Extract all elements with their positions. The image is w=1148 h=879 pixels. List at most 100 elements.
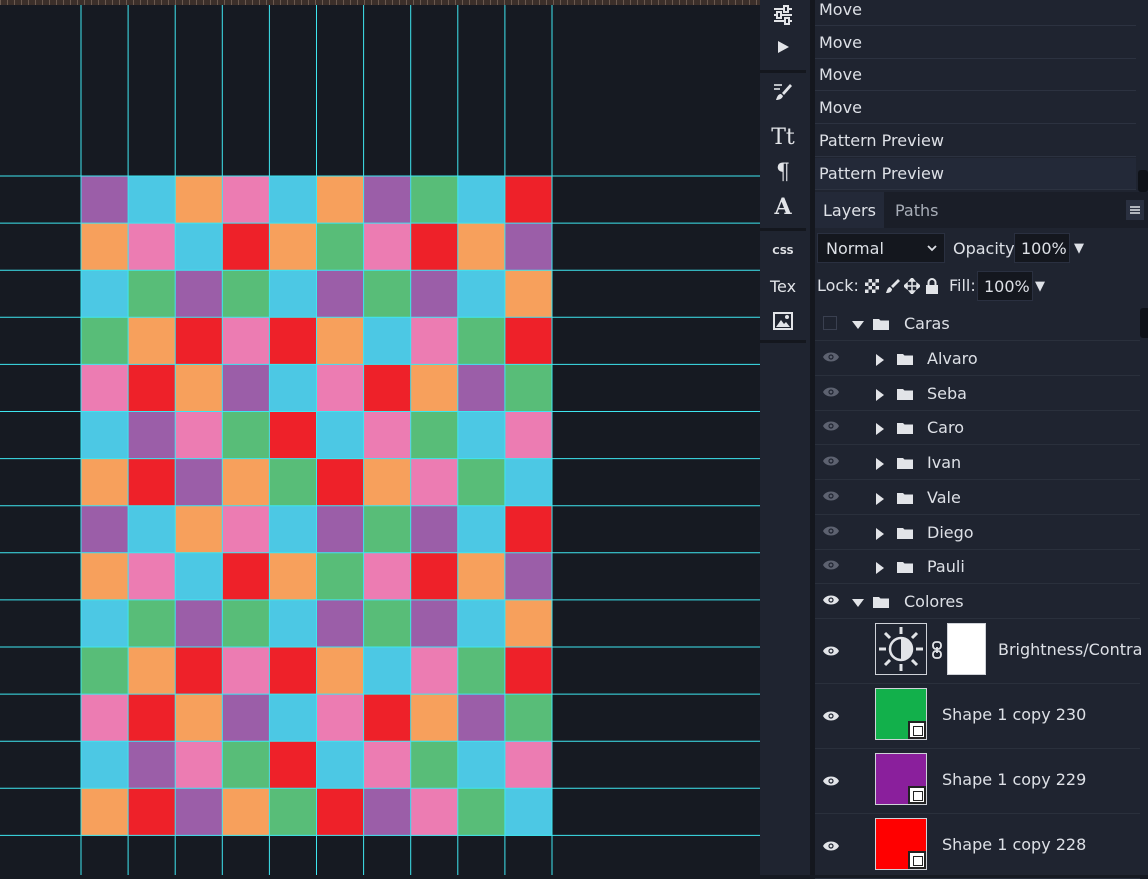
layer-shape[interactable]: Shape 1 copy 230 xyxy=(815,684,1140,749)
lock-pixels-icon[interactable] xyxy=(885,278,901,294)
pattern-cell xyxy=(457,317,506,365)
eye-icon[interactable] xyxy=(823,594,839,606)
pattern-cell xyxy=(81,788,129,836)
pattern-cell xyxy=(363,647,412,695)
pattern-cell xyxy=(128,694,176,742)
layer-name: Brightness/Contra xyxy=(998,640,1143,659)
layer-shape[interactable]: Shape 1 copy 229 xyxy=(815,749,1140,814)
eye-icon[interactable] xyxy=(823,420,839,432)
layer-group-caras[interactable]: Caras xyxy=(815,306,1140,341)
eye-icon[interactable] xyxy=(823,386,839,398)
caret-right-icon[interactable] xyxy=(875,422,885,436)
layer-name: Caro xyxy=(927,418,964,438)
caret-down-icon[interactable] xyxy=(851,320,865,330)
eye-icon[interactable] xyxy=(823,490,839,502)
pattern-cell xyxy=(504,505,553,554)
eye-icon[interactable] xyxy=(823,525,839,537)
pattern-cell xyxy=(222,599,270,648)
adjustments-icon[interactable] xyxy=(760,0,806,30)
folder-icon xyxy=(897,423,913,435)
text-tool[interactable]: Tex xyxy=(760,271,806,301)
visibility-off-checkbox[interactable] xyxy=(823,316,837,330)
history-item[interactable]: Move xyxy=(815,59,1136,91)
history-item-label: Move xyxy=(819,65,862,84)
pattern-cell xyxy=(222,411,270,460)
paragraph-icon[interactable]: ¶ xyxy=(760,157,806,187)
caret-right-icon[interactable] xyxy=(875,353,885,367)
history-item[interactable]: Pattern Preview xyxy=(815,125,1136,157)
eye-icon[interactable] xyxy=(823,455,839,467)
lock-position-icon[interactable] xyxy=(904,278,920,294)
layer-adjustment-brightness[interactable]: Brightness/Contra xyxy=(815,619,1143,684)
eye-icon[interactable] xyxy=(823,840,839,852)
caret-right-icon[interactable] xyxy=(875,561,885,575)
eye-icon[interactable] xyxy=(823,351,839,363)
eye-icon[interactable] xyxy=(823,775,839,787)
layers-tabbar: Layers Paths xyxy=(815,192,1148,228)
pattern-cell xyxy=(410,411,459,460)
history-item[interactable]: Move xyxy=(815,0,1136,26)
document-canvas[interactable] xyxy=(0,0,760,875)
lock-transparency-icon[interactable] xyxy=(865,279,879,293)
layer-group-item[interactable]: Diego xyxy=(815,515,1140,550)
tab-paths[interactable]: Paths xyxy=(887,192,946,228)
css-icon-label: CSS xyxy=(772,245,794,257)
chevron-down-icon xyxy=(927,245,937,252)
history-item-current[interactable]: Pattern Preview xyxy=(815,158,1136,190)
layer-group-item[interactable]: Seba xyxy=(815,376,1140,411)
image-icon[interactable] xyxy=(760,306,806,336)
character-icon[interactable]: Tt xyxy=(760,122,806,152)
pattern-cell xyxy=(175,270,223,318)
layer-shape[interactable]: Shape 1 copy 228 xyxy=(815,814,1140,879)
layer-group-item[interactable]: Caro xyxy=(815,410,1140,446)
vector-mask-icon xyxy=(908,851,926,869)
fill-input[interactable]: 100% xyxy=(977,271,1033,301)
caret-down-icon[interactable] xyxy=(851,598,865,608)
layer-group-item[interactable]: Pauli xyxy=(815,549,1140,585)
eye-icon[interactable] xyxy=(823,645,839,657)
layer-name: Shape 1 copy 229 xyxy=(942,770,1087,789)
blend-mode-select[interactable]: Normal xyxy=(817,233,945,263)
pattern-cell xyxy=(222,458,270,507)
pattern-cell xyxy=(269,223,317,271)
layer-group-item[interactable]: Vale xyxy=(815,480,1140,515)
history-item[interactable]: Move xyxy=(815,27,1136,59)
css-icon[interactable]: CSS xyxy=(760,236,806,266)
eye-icon[interactable] xyxy=(823,559,839,571)
fill-dropdown-icon[interactable]: ▼ xyxy=(1035,279,1045,294)
play-icon[interactable] xyxy=(760,32,806,62)
pattern-cell xyxy=(363,317,412,365)
history-item-label: Pattern Preview xyxy=(819,164,944,183)
layer-mask-thumbnail xyxy=(947,623,986,675)
eye-icon[interactable] xyxy=(823,710,839,722)
layer-group-colores[interactable]: Colores xyxy=(815,584,1140,619)
caret-right-icon[interactable] xyxy=(875,457,885,471)
opacity-input[interactable]: 100% xyxy=(1014,233,1070,263)
lock-row: Lock: Fill: 100% ▼ xyxy=(815,268,1148,306)
panel-menu-button[interactable] xyxy=(1126,200,1144,220)
lock-all-icon[interactable] xyxy=(925,278,939,294)
caret-right-icon[interactable] xyxy=(875,388,885,402)
brightness-contrast-icon xyxy=(879,627,923,671)
pattern-cell xyxy=(363,270,412,318)
opacity-dropdown-icon[interactable]: ▼ xyxy=(1074,241,1084,256)
caret-right-icon[interactable] xyxy=(875,492,885,506)
pattern-grid[interactable] xyxy=(0,0,760,875)
history-item[interactable]: Move xyxy=(815,92,1136,124)
folder-icon xyxy=(897,458,913,470)
caret-right-icon[interactable] xyxy=(875,527,885,541)
brush-preset-icon[interactable] xyxy=(760,77,806,107)
pattern-cell xyxy=(128,411,176,460)
tab-layers[interactable]: Layers xyxy=(815,192,884,228)
link-icon[interactable] xyxy=(932,641,942,659)
history-scrollbar[interactable] xyxy=(1138,170,1148,192)
pattern-cell xyxy=(269,176,317,224)
layer-group-item[interactable]: Ivan xyxy=(815,445,1140,481)
layers-scrollbar[interactable] xyxy=(1140,308,1148,338)
pattern-cell xyxy=(410,270,459,318)
pattern-cell xyxy=(457,411,506,460)
layer-name: Pauli xyxy=(927,557,965,577)
layer-group-item[interactable]: Alvaro xyxy=(815,341,1140,376)
opacity-value: 100% xyxy=(1021,238,1067,258)
glyphs-icon[interactable]: A xyxy=(760,192,806,222)
